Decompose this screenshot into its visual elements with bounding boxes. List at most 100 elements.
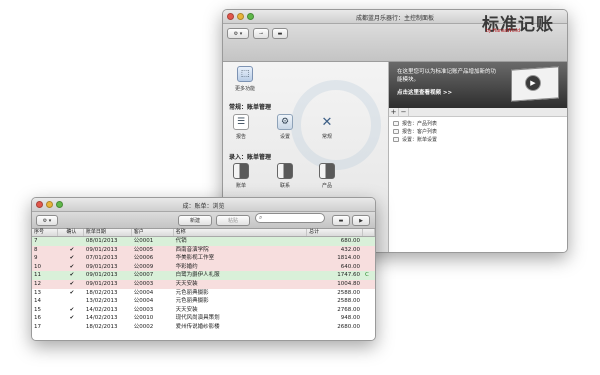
- customer-name-cell: 元色丽典摄影: [175, 289, 209, 296]
- more-functions-button[interactable]: ⬚ 更多功能: [227, 66, 263, 92]
- browse-titlebar[interactable]: 成：账单：浏览: [32, 198, 375, 212]
- gear-menu-button[interactable]: ⚙ ▾: [227, 28, 249, 39]
- total-cell: 2588.00: [337, 289, 361, 296]
- settings-icon: ⚙: [277, 114, 293, 130]
- brand-byline: by HansaWorld: [486, 28, 521, 34]
- table-row[interactable]: 9 ✔ 07/01/2013 公0006 华美影视工作室 1814.00: [32, 254, 375, 263]
- table-row[interactable]: 11 ✔ 09/01/2013 公0007 白鹭为爵伊人礼服 1747.60 C: [32, 271, 375, 280]
- flag-cell: [363, 297, 375, 306]
- invoice-table: 序号 确认 账单日期 客户 名称 总计 7 08/01/2013 公0001 代销 68…: [32, 229, 375, 340]
- invoice-date-cell: 09/01/2013: [85, 272, 118, 279]
- flag-cell: [363, 289, 375, 298]
- remove-button[interactable]: −: [399, 108, 409, 116]
- total-cell: 432.00: [340, 246, 361, 253]
- routines-button[interactable]: ✕ 常规: [309, 114, 345, 141]
- customer-code-cell: 公0007: [133, 272, 154, 279]
- table-row[interactable]: 8 ✔ 09/01/2013 公0005 西南音演学院 432.00: [32, 245, 375, 255]
- contacts-button[interactable]: 联系: [267, 163, 303, 189]
- tools-icon: ✕: [321, 114, 333, 130]
- routines-label: 常规: [321, 134, 332, 140]
- table-row[interactable]: 17 18/02/2013 公0002 爱州传说婚纱影楼 2680.00: [32, 322, 375, 332]
- col-number-header[interactable]: 序号: [32, 229, 58, 236]
- col-flag-header[interactable]: [363, 229, 375, 236]
- invoices-label: 账单: [235, 183, 246, 189]
- ok-checkmark-cell: ✔: [69, 280, 75, 287]
- invoice-date-cell: 18/02/2013: [85, 289, 118, 296]
- customer-name-cell: 天天安装: [175, 306, 198, 313]
- card-icon[interactable]: ▬: [272, 28, 288, 39]
- table-row[interactable]: 7 08/01/2013 公0001 代销 680.00: [32, 237, 375, 246]
- invoice-date-cell: 07/01/2013: [85, 255, 118, 262]
- add-button[interactable]: +: [389, 108, 399, 116]
- play-icon[interactable]: ▶: [525, 75, 541, 91]
- document-icon: [393, 120, 399, 126]
- settings-button[interactable]: ⚙ 设置: [267, 114, 303, 140]
- ok-checkmark-cell: ✔: [69, 272, 75, 279]
- section-entry-heading: 录入：账单管理: [229, 154, 272, 161]
- invoice-number-cell: 16: [34, 315, 41, 322]
- customer-code-cell: 公0003: [133, 306, 154, 313]
- products-button[interactable]: 产品: [309, 163, 345, 189]
- col-date-header[interactable]: 账单日期: [84, 229, 132, 236]
- total-cell: 640.00: [340, 263, 361, 270]
- document-icon: [393, 136, 399, 142]
- invoice-date-cell: 14/02/2013: [85, 306, 118, 313]
- table-row[interactable]: 10 ✔ 09/01/2013 公0009 华彩婚约 640.00: [32, 262, 375, 272]
- invoice-date-cell: 14/02/2013: [85, 315, 118, 322]
- key-icon[interactable]: ⊸: [253, 28, 269, 39]
- total-cell: 1747.60: [337, 272, 361, 279]
- promo-text: 在这里您可以为标准记账产品增加新的功能模块。: [397, 69, 497, 83]
- report-icon: ☰: [233, 114, 249, 130]
- contacts-label: 联系: [279, 183, 290, 189]
- col-ok-header[interactable]: 确认: [58, 229, 84, 236]
- settings-label: 设置: [279, 134, 290, 140]
- products-label: 产品: [321, 183, 332, 189]
- invoice-date-cell: 18/02/2013: [85, 323, 118, 330]
- ok-checkmark-cell: ✔: [69, 246, 75, 253]
- flag-cell: [363, 306, 375, 315]
- customer-code-cell: 公0006: [133, 255, 154, 262]
- table-row[interactable]: 14 13/02/2013 公0004 元色丽典摄影 2588.00: [32, 297, 375, 306]
- table-body: 7 08/01/2013 公0001 代销 680.00 8 ✔ 09/01/2013 公000…: [32, 237, 375, 332]
- list-item[interactable]: 设置：账单设置: [393, 135, 567, 143]
- ok-checkmark-cell: [58, 297, 84, 306]
- reports-label: 报告: [235, 134, 246, 140]
- reports-button[interactable]: ☰ 报告: [223, 114, 259, 140]
- paste-button[interactable]: 粘贴: [216, 215, 250, 226]
- total-cell: 2588.00: [337, 298, 361, 305]
- customer-code-cell: 公0010: [133, 315, 154, 322]
- play-icon[interactable]: ▶: [352, 215, 370, 226]
- invoice-number-cell: 15: [34, 306, 41, 313]
- customer-name-cell: 代销: [175, 238, 187, 244]
- invoice-number-cell: 8: [34, 246, 38, 253]
- col-total-header[interactable]: 总计: [307, 229, 364, 236]
- customer-code-cell: 公0001: [133, 238, 154, 244]
- table-row[interactable]: 16 ✔ 14/02/2013 公0010 现代风尚演具策划 948.00: [32, 314, 375, 323]
- invoices-button[interactable]: 账单: [223, 163, 259, 189]
- ok-checkmark-cell: ✔: [69, 289, 75, 296]
- ok-checkmark-cell: ✔: [69, 263, 75, 270]
- col-customer-header[interactable]: 客户: [132, 229, 174, 236]
- table-row[interactable]: 13 ✔ 18/02/2013 公0004 元色丽典摄影 2588.00: [32, 288, 375, 298]
- card-icon[interactable]: ▬: [332, 215, 350, 226]
- customer-code-cell: 公0004: [133, 298, 154, 305]
- customer-name-cell: 华美影视工作室: [175, 255, 215, 262]
- table-row[interactable]: 12 ✔ 09/01/2013 公0003 天天安装 1004.80: [32, 279, 375, 289]
- customer-code-cell: 公0005: [133, 246, 154, 253]
- customer-name-cell: 天天安装: [175, 280, 198, 287]
- list-item[interactable]: 报告：产品列表: [393, 119, 567, 127]
- new-button[interactable]: 新建: [178, 215, 212, 226]
- list-edit-bar: + −: [389, 108, 567, 117]
- gear-menu-button[interactable]: ⚙ ▾: [36, 215, 58, 226]
- col-name-header[interactable]: 名称: [174, 229, 308, 236]
- invoice-number-cell: 10: [34, 263, 41, 270]
- flag-cell: [363, 263, 375, 272]
- module-icon: ⬚: [237, 66, 253, 82]
- video-promo[interactable]: 在这里您可以为标准记账产品增加新的功能模块。 点击这里查看视频 >> ▶: [389, 62, 567, 108]
- list-item[interactable]: 报告：客户列表: [393, 127, 567, 135]
- table-row[interactable]: 15 ✔ 14/02/2013 公0003 天天安装 2768.00: [32, 305, 375, 315]
- invoice-number-cell: 17: [34, 323, 41, 330]
- browse-title: 成：账单：浏览: [182, 203, 225, 210]
- search-input[interactable]: ⌕: [255, 213, 325, 223]
- document-icon: [393, 128, 399, 134]
